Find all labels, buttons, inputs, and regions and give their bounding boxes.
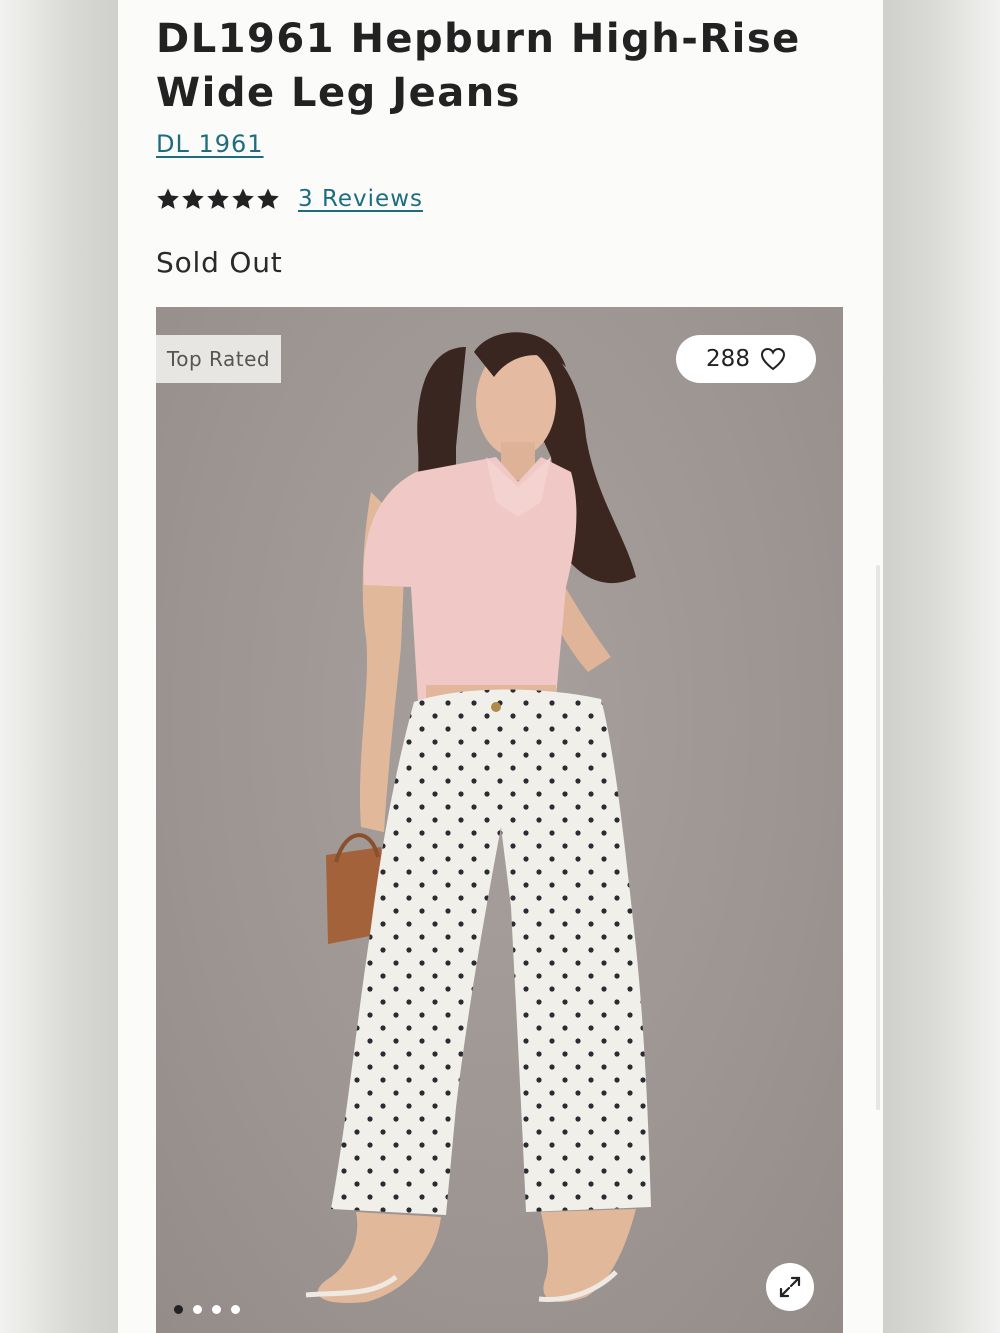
carousel-dot-active[interactable]	[174, 1305, 183, 1314]
product-image-carousel[interactable]: Top Rated 288	[156, 307, 843, 1333]
likes-count: 288	[706, 346, 750, 372]
star-rating	[156, 187, 280, 211]
brand-link[interactable]: DL 1961	[156, 130, 264, 158]
reviews-link[interactable]: 3 Reviews	[298, 186, 423, 212]
expand-arrows-icon	[779, 1276, 801, 1298]
star-icon	[207, 188, 229, 209]
star-icon	[232, 188, 254, 209]
product-page: DL1961 Hepburn High-Rise Wide Leg Jeans …	[118, 0, 883, 1333]
carousel-dot[interactable]	[193, 1305, 202, 1314]
carousel-dot[interactable]	[212, 1305, 221, 1314]
carousel-dot[interactable]	[231, 1305, 240, 1314]
expand-image-button[interactable]	[766, 1263, 814, 1311]
star-icon	[182, 188, 204, 209]
product-title: DL1961 Hepburn High-Rise Wide Leg Jeans	[156, 12, 856, 120]
carousel-pagination	[174, 1305, 240, 1314]
heart-outline-icon	[760, 347, 785, 371]
star-icon	[257, 188, 279, 209]
top-rated-badge: Top Rated	[156, 335, 281, 383]
favorite-button[interactable]: 288	[676, 335, 816, 383]
stock-status: Sold Out	[156, 246, 283, 279]
product-title-line2: Wide Leg Jeans	[156, 70, 521, 116]
product-photo	[305, 332, 651, 1303]
star-icon	[157, 188, 179, 209]
scrollbar[interactable]	[876, 565, 880, 1110]
rating-row: 3 Reviews	[156, 186, 423, 212]
product-title-line1: DL1961 Hepburn High-Rise	[156, 16, 801, 62]
